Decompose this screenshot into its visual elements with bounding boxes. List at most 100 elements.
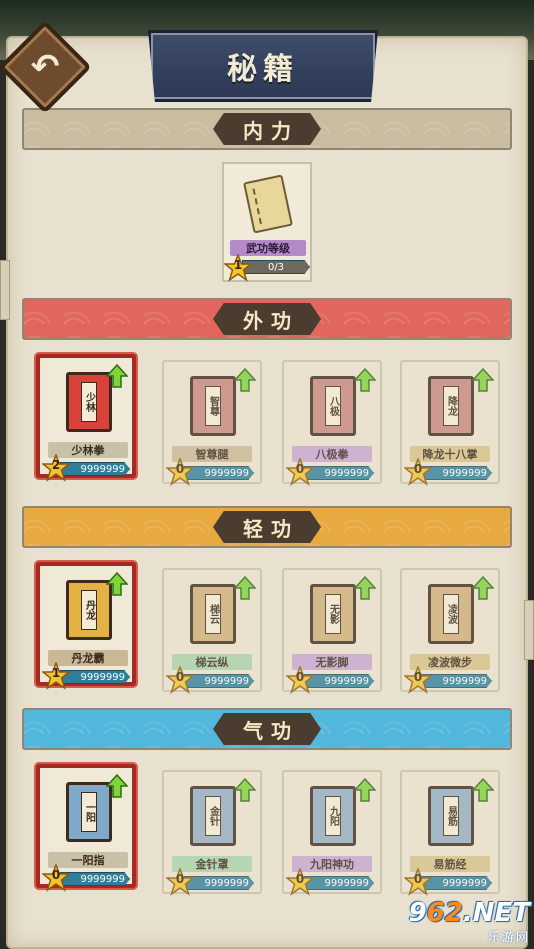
upgrade-arrow-icon[interactable] (354, 576, 376, 600)
section-label-waigong: 外功 (213, 303, 321, 335)
star-level: 0 (175, 872, 185, 886)
section-label-qigong: 气功 (213, 713, 321, 745)
book-spine-label: 降龙 (443, 386, 459, 426)
book-icon: 智尊 (190, 376, 236, 436)
skill-card-lingboweibu[interactable]: 凌波 凌波微步 9999999 0 (400, 568, 500, 694)
card-count: 9999999 (422, 674, 492, 688)
upgrade-arrow-icon[interactable] (234, 368, 256, 392)
section-bar-qinggong: 轻功 (22, 506, 512, 548)
site-watermark: 962.NET 乐游网 (398, 898, 530, 944)
upgrade-arrow-icon[interactable] (354, 368, 376, 392)
skill-card-danlongba[interactable]: 丹龙 丹龙霸 9999999 1 (36, 562, 136, 690)
section-label-neili: 内力 (213, 113, 321, 145)
upgrade-arrow-icon[interactable] (234, 778, 256, 802)
watermark-digits-highlight: 62 (426, 898, 463, 928)
skill-card-tiyunzong[interactable]: 梯云 梯云纵 9999999 0 (162, 568, 262, 694)
book-spine-label: 九阳 (325, 796, 341, 836)
card-count: 9999999 (422, 466, 492, 480)
book-icon: 无影 (310, 584, 356, 644)
card-progress: 0/3 (242, 260, 310, 274)
star-icon: 0 (284, 456, 316, 486)
section-title-neili: 内力 (243, 118, 299, 143)
star-icon: 0 (402, 866, 434, 896)
upgrade-arrow-icon[interactable] (106, 774, 128, 798)
card-count: 9999999 (60, 462, 130, 476)
book-spine-label: 八极 (325, 386, 341, 426)
skill-card-bajiquan[interactable]: 八极 八极拳 9999999 0 (282, 360, 382, 486)
skill-card-jinzhenzhao[interactable]: 金针 金针罩 9999999 0 (162, 770, 262, 896)
upgrade-arrow-icon[interactable] (472, 368, 494, 392)
section-label-qinggong: 轻功 (213, 511, 321, 543)
neili-card-wugong-level[interactable]: 武功等级 0/3 1 (222, 162, 312, 282)
star-icon: 0 (402, 456, 434, 486)
book-icon: 梯云 (190, 584, 236, 644)
book-spine-label: 少林 (81, 382, 97, 422)
upgrade-arrow-icon[interactable] (354, 778, 376, 802)
card-count: 9999999 (184, 466, 254, 480)
watermark-logo: 962.NET (409, 898, 530, 928)
star-icon: 0 (402, 664, 434, 694)
left-edge-decoration (0, 260, 10, 320)
book-icon: 八极 (310, 376, 356, 436)
star-level: 1 (51, 666, 61, 680)
star-icon: 0 (284, 866, 316, 896)
star-level: 0 (175, 670, 185, 684)
star-icon: 2 (40, 452, 72, 482)
star-level: 0 (413, 462, 423, 476)
book-icon: 凌波 (428, 584, 474, 644)
section-bar-neili: 内力 (22, 108, 512, 150)
upgrade-arrow-icon[interactable] (472, 778, 494, 802)
card-count: 9999999 (304, 466, 374, 480)
skill-card-zhizuntui[interactable]: 智尊 智尊腿 9999999 0 (162, 360, 262, 486)
skill-card-xianglongshibazhang[interactable]: 降龙 降龙十八掌 9999999 0 (400, 360, 500, 486)
star-level: 1 (233, 258, 243, 272)
book-spine-label: 丹龙 (81, 590, 97, 630)
skill-card-jiuyangshengong[interactable]: 九阳 九阳神功 9999999 0 (282, 770, 382, 896)
card-count: 9999999 (60, 872, 130, 886)
book-icon: 易筋 (428, 786, 474, 846)
skill-card-shaolinquan[interactable]: 少林 少林拳 9999999 2 (36, 354, 136, 482)
section-title-waigong: 外功 (243, 308, 299, 333)
section-title-qinggong: 轻功 (243, 516, 299, 541)
star-level: 0 (413, 670, 423, 684)
book-icon (243, 174, 293, 234)
star-level: 0 (295, 462, 305, 476)
star-level: 0 (413, 872, 423, 886)
upgrade-arrow-icon[interactable] (234, 576, 256, 600)
star-icon: 0 (40, 862, 72, 892)
watermark-subtitle: 乐游网 (487, 930, 530, 944)
star-icon: 0 (164, 664, 196, 694)
book-spine-label: 易筋 (443, 796, 459, 836)
skill-card-yijinjing[interactable]: 易筋 易筋经 9999999 0 (400, 770, 500, 896)
book-icon: 金针 (190, 786, 236, 846)
section-bar-qigong: 气功 (22, 708, 512, 750)
section-title-qigong: 气功 (243, 718, 299, 743)
skill-card-yiyangzhi[interactable]: 一阳 一阳指 9999999 0 (36, 764, 136, 892)
upgrade-arrow-icon[interactable] (472, 576, 494, 600)
card-count: 9999999 (304, 876, 374, 890)
star-icon: 1 (222, 252, 254, 282)
book-spine-label: 梯云 (205, 594, 221, 634)
card-count: 9999999 (304, 674, 374, 688)
card-count: 9999999 (422, 876, 492, 890)
book-spine-label: 智尊 (205, 386, 221, 426)
card-count: 9999999 (184, 876, 254, 890)
skill-card-wuyingjiao[interactable]: 无影 无影脚 9999999 0 (282, 568, 382, 694)
star-icon: 0 (164, 866, 196, 896)
watermark-domain: .NET (462, 898, 530, 928)
card-count: 9999999 (60, 670, 130, 684)
star-level: 0 (295, 872, 305, 886)
star-icon: 0 (284, 664, 316, 694)
star-level: 2 (51, 458, 61, 472)
upgrade-arrow-icon[interactable] (106, 364, 128, 388)
section-bar-waigong: 外功 (22, 298, 512, 340)
star-icon: 1 (40, 660, 72, 690)
star-level: 0 (51, 868, 61, 882)
back-arrow-icon: ↶ (30, 47, 60, 87)
upgrade-arrow-icon[interactable] (106, 572, 128, 596)
right-edge-decoration (524, 600, 534, 660)
star-level: 0 (175, 462, 185, 476)
book-icon: 九阳 (310, 786, 356, 846)
star-icon: 0 (164, 456, 196, 486)
book-spine-label: 凌波 (443, 594, 459, 634)
